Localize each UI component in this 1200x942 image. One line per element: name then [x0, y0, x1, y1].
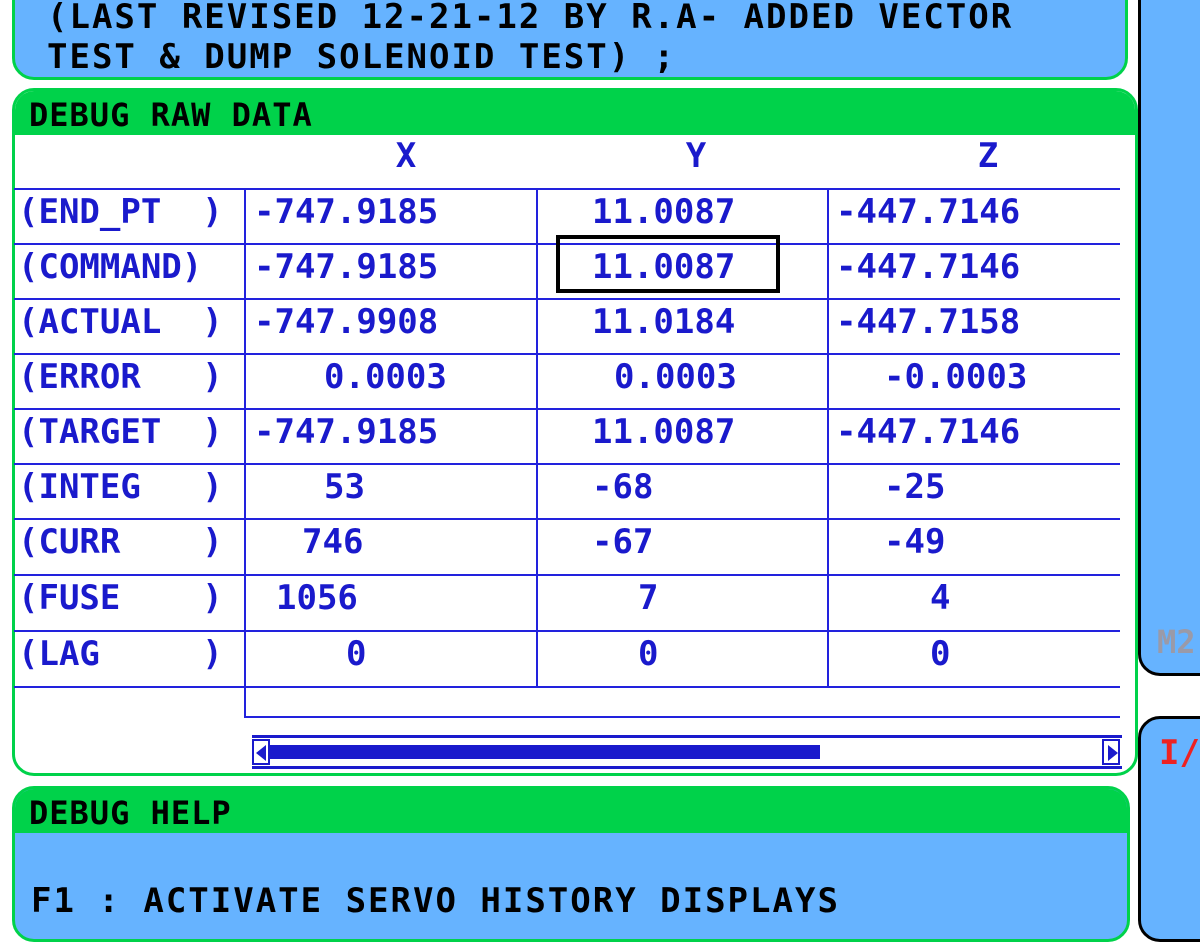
cell-y: 0.0003	[614, 357, 737, 397]
cell-y: -67	[592, 522, 654, 562]
panel-title: DEBUG HELP	[29, 794, 232, 832]
row-label: (END_PT )	[18, 192, 223, 232]
cell-z: -447.7146	[836, 247, 1021, 287]
scroll-left-arrow-icon[interactable]	[252, 739, 270, 765]
horizontal-scrollbar[interactable]	[252, 735, 1122, 771]
cell-y: 11.0087	[592, 192, 736, 232]
row-label: (COMMAND)	[18, 247, 203, 287]
m2-label: M2	[1157, 623, 1196, 661]
cell-z: 4	[930, 578, 951, 618]
cell-z: -447.7146	[836, 192, 1021, 232]
program-header-panel: (LAST REVISED 12-21-12 BY R.A- ADDED VEC…	[12, 0, 1128, 80]
panel-header: DEBUG RAW DATA	[15, 91, 1135, 135]
row-label: (INTEG )	[18, 467, 223, 507]
cell-x: 746	[302, 522, 364, 562]
row-label: (FUSE )	[18, 578, 223, 618]
cell-x: -747.9185	[254, 412, 439, 452]
cell-x: 0.0003	[324, 357, 447, 397]
grid-line	[14, 463, 1120, 465]
cell-y: 7	[638, 578, 659, 618]
grid-line	[536, 188, 538, 688]
cell-y: 11.0087	[592, 412, 736, 452]
cell-x: -747.9908	[254, 302, 439, 342]
panel-title: DEBUG RAW DATA	[29, 96, 313, 134]
help-text-line: F1 : ACTIVATE SERVO HISTORY DISPLAYS	[31, 881, 840, 921]
cell-x: -747.9185	[254, 247, 439, 287]
grid-line	[14, 630, 1120, 632]
cell-z: -0.0003	[884, 357, 1028, 397]
grid-line	[14, 353, 1120, 355]
grid-line	[14, 686, 1120, 688]
cell-y: -68	[592, 467, 654, 507]
right-side-panel: M2	[1138, 0, 1200, 676]
scroll-right-arrow-icon[interactable]	[1102, 739, 1120, 765]
column-header-y: Y	[685, 136, 707, 176]
cell-y: 11.0184	[592, 302, 736, 342]
grid-line	[827, 188, 829, 688]
debug-help-panel: DEBUG HELP F1 : ACTIVATE SERVO HISTORY D…	[12, 786, 1130, 942]
cell-z: -447.7146	[836, 412, 1021, 452]
panel-header: DEBUG HELP	[15, 789, 1127, 833]
row-label: (ACTUAL )	[18, 302, 223, 342]
cell-x: 1056	[276, 578, 358, 618]
cell-x: 53	[324, 467, 365, 507]
cell-x: 0	[346, 634, 367, 674]
grid-line	[14, 298, 1120, 300]
cell-y: 0	[638, 634, 659, 674]
cell-z: -49	[884, 522, 946, 562]
grid-line	[14, 188, 1120, 190]
io-side-panel: I/	[1138, 716, 1200, 942]
grid-line	[14, 574, 1120, 576]
scrollbar-thumb[interactable]	[270, 745, 820, 759]
grid-line	[244, 188, 246, 718]
row-label: (CURR )	[18, 522, 223, 562]
row-label: (TARGET )	[18, 412, 223, 452]
cell-z: -447.7158	[836, 302, 1021, 342]
grid-line	[14, 518, 1120, 520]
selected-cell-cursor[interactable]	[556, 235, 780, 293]
row-label: (ERROR )	[18, 357, 223, 397]
row-label: (LAG )	[18, 634, 223, 674]
program-comment-line-1: (LAST REVISED 12-21-12 BY R.A- ADDED VEC…	[47, 0, 1014, 37]
column-header-x: X	[395, 136, 417, 176]
cell-z: -25	[884, 467, 946, 507]
grid-line	[14, 408, 1120, 410]
io-label: I/	[1159, 733, 1200, 773]
grid-line	[246, 716, 1120, 718]
column-header-z: Z	[977, 136, 999, 176]
program-comment-line-2: TEST & DUMP SOLENOID TEST) ;	[47, 37, 677, 77]
cell-x: -747.9185	[254, 192, 439, 232]
cell-z: 0	[930, 634, 951, 674]
